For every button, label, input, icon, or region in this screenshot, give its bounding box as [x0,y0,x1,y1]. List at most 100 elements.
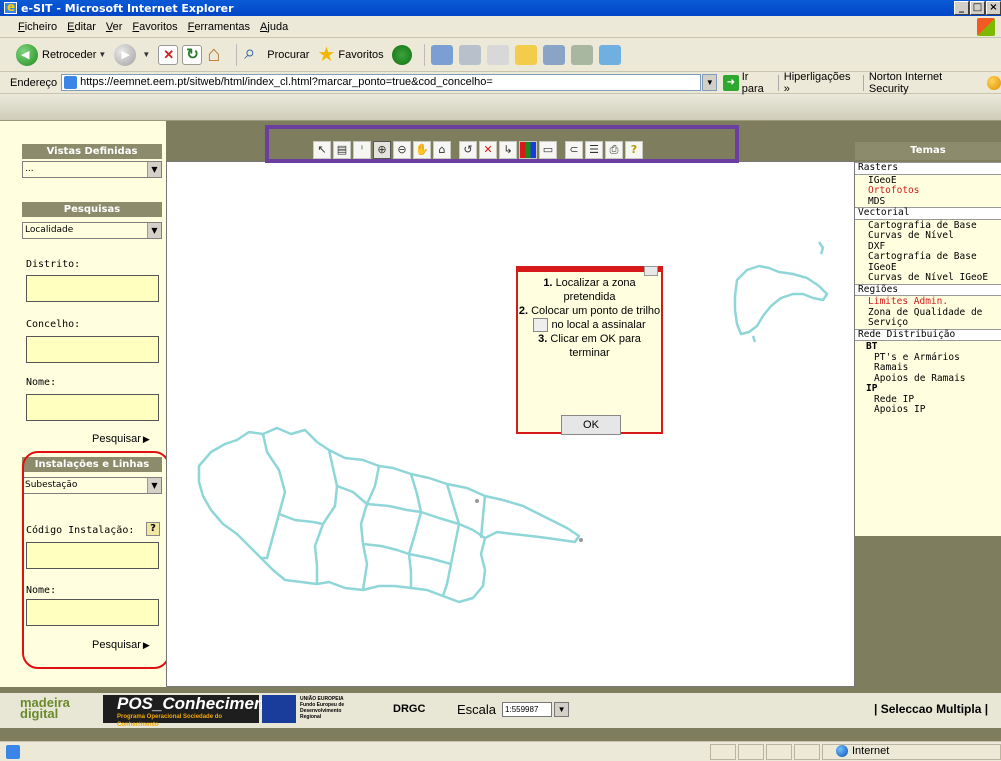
concelho-label: Concelho: [26,319,81,330]
mail-icon[interactable] [430,44,453,65]
window-title: e-SIT - Microsoft Internet Explorer [21,1,234,15]
history-icon[interactable] [391,44,412,65]
forward-button[interactable]: ▼ [114,43,150,66]
vistas-select[interactable]: ... ▼ [22,161,162,178]
pesquisar-label: Pesquisar [92,433,141,445]
address-url: https://eemnet.eem.pt/sitweb/html/index_… [80,76,493,88]
vectorial-curvas-igeoe[interactable]: Curvas de Nível IGeoE [855,272,1001,284]
stop-icon[interactable] [158,44,179,65]
page-content: Vistas Definidas ... ▼ Pesquisas Localid… [0,95,1001,741]
address-dropdown-button[interactable]: ▼ [702,74,718,91]
back-arrow-icon [16,43,38,66]
eu-fund-text: UNIÃO EUROPEIA Fundo Europeu de Desenvol… [300,696,345,720]
status-cell [766,744,792,760]
raster-mds[interactable]: MDS [855,196,1001,208]
back-button[interactable]: Retroceder ▼ [16,43,106,66]
browser-toolbar: Retroceder ▼ ▼ Procurar ★ Favoritos [0,38,1001,72]
title-bar: e-SIT - Microsoft Internet Explorer _ □ … [0,0,1001,16]
ip-apoios[interactable]: Apoios IP [855,404,1001,416]
browser-window: e-SIT - Microsoft Internet Explorer _ □ … [0,0,1001,761]
bt-ramais[interactable]: Ramais [855,362,1001,374]
step2-text-a: Colocar um ponto de trilho [531,305,661,317]
escala-select[interactable]: 1:559987 [502,702,553,717]
status-bar: Internet [0,741,1001,761]
status-cell [738,744,764,760]
mark-point-instructions-popup: 1. Localizar a zona pretendida 2. Coloca… [516,266,663,435]
temas-list: Rasters IGeoE Ortofotos MDS Vectorial Ca… [855,162,1001,536]
vectorial-curvas[interactable]: Curvas de Nível [855,230,1001,242]
map-canvas[interactable] [166,161,855,687]
pesquisar-button[interactable]: Pesquisar ▶ [92,433,150,445]
maximize-button[interactable]: □ [970,1,985,15]
step3-text: Clicar em OK para terminar [550,333,641,360]
raster-ortofotos[interactable]: Ortofotos [855,185,1001,197]
research-icon[interactable] [542,44,565,65]
norton-globe-icon[interactable] [987,75,1001,90]
pos-conhecimento-title: POS_Conhecimento [117,694,281,713]
pos-conhecimento-subtitle: Programa Operacional Sociedade do Conhec… [117,714,223,728]
menu-favoritos[interactable]: Favoritos [132,21,177,33]
go-button[interactable]: Ir para [742,71,773,95]
edit-icon[interactable] [486,44,509,65]
trail-point-icon [533,318,549,333]
refresh-icon[interactable] [182,44,203,65]
rasters-section: Rasters [855,162,1001,175]
bt-group: BT [866,341,878,352]
page-icon [64,76,78,89]
ip-group: IP [866,383,878,394]
go-arrow-icon[interactable]: ➜ [723,74,739,91]
favorites-button[interactable]: ★ Favoritos [317,45,383,65]
concelho-field[interactable] [26,336,159,363]
search-button[interactable]: Procurar [243,42,309,65]
distrito-label: Distrito: [26,259,81,270]
zone-label: Internet [852,745,890,757]
map-marker [579,538,583,542]
vectorial-cartografia-igeoe[interactable]: Cartografia de Base IGeoE [855,251,1001,273]
vistas-definidas-header: Vistas Definidas [22,144,162,159]
page-status-icon [6,745,20,759]
norton-toolbar[interactable]: Norton Internet Security [869,71,982,95]
ie-icon [4,0,17,14]
people-icon[interactable] [598,44,621,65]
menu-ajuda[interactable]: Ajuda [260,21,288,33]
menu-ver[interactable]: Ver [106,21,123,33]
popup-close-icon[interactable] [644,266,658,276]
vistas-select-value: ... [25,164,34,174]
madeira-island-map [197,241,829,604]
nome-field[interactable] [26,394,159,421]
links-button[interactable]: Hiperligações » [784,71,858,95]
ok-button[interactable]: OK [561,415,621,435]
chevron-down-icon: ▼ [147,223,161,238]
regioes-limites[interactable]: Limites Admin. [855,296,1001,308]
home-icon[interactable] [206,41,226,67]
address-input[interactable]: https://eemnet.eem.pt/sitweb/html/index_… [61,74,702,91]
chevron-down-icon[interactable]: ▼ [554,702,570,717]
page-footer: madeira digital POS_Conhecimento Program… [0,693,1001,728]
temas-header: Temas [855,142,1001,160]
distrito-field[interactable] [26,275,159,302]
menu-editar[interactable]: Editar [67,21,96,33]
messenger-icon[interactable] [570,44,593,65]
folder-icon[interactable] [514,44,537,65]
address-label: Endereço [10,76,58,89]
print-icon[interactable] [458,44,481,65]
menu-ferramentas[interactable]: Ferramentas [188,21,250,33]
step2-text-b: no local a assinalar [551,319,646,331]
pesquisas-header: Pesquisas [22,202,162,217]
scale-control: Escala 1:559987 ▼ [457,702,570,717]
step1-text: Localizar a zona pretendida [555,277,636,303]
menu-bar: Ficheiro Editar Ver Favoritos Ferramenta… [0,16,1001,38]
close-button[interactable]: × [986,1,1001,15]
star-icon: ★ [317,43,336,66]
vectorial-section: Vectorial [855,207,1001,220]
minimize-button[interactable]: _ [954,1,969,15]
map-marker [475,499,479,503]
pesquisas-select[interactable]: Localidade ▼ [22,222,162,239]
pos-conhecimento-logo: POS_Conhecimento Programa Operacional So… [103,695,280,728]
seleccao-multipla-button[interactable]: | Seleccao Multipla | [874,702,988,716]
address-bar: Endereço https://eemnet.eem.pt/sitweb/ht… [0,71,1001,95]
instalacoes-highlight-outline [22,451,170,669]
menu-ficheiro[interactable]: Ficheiro [18,21,57,33]
internet-globe-icon [836,745,848,757]
regioes-zona-qualidade[interactable]: Zona de Qualidade de Serviço [855,307,1001,329]
